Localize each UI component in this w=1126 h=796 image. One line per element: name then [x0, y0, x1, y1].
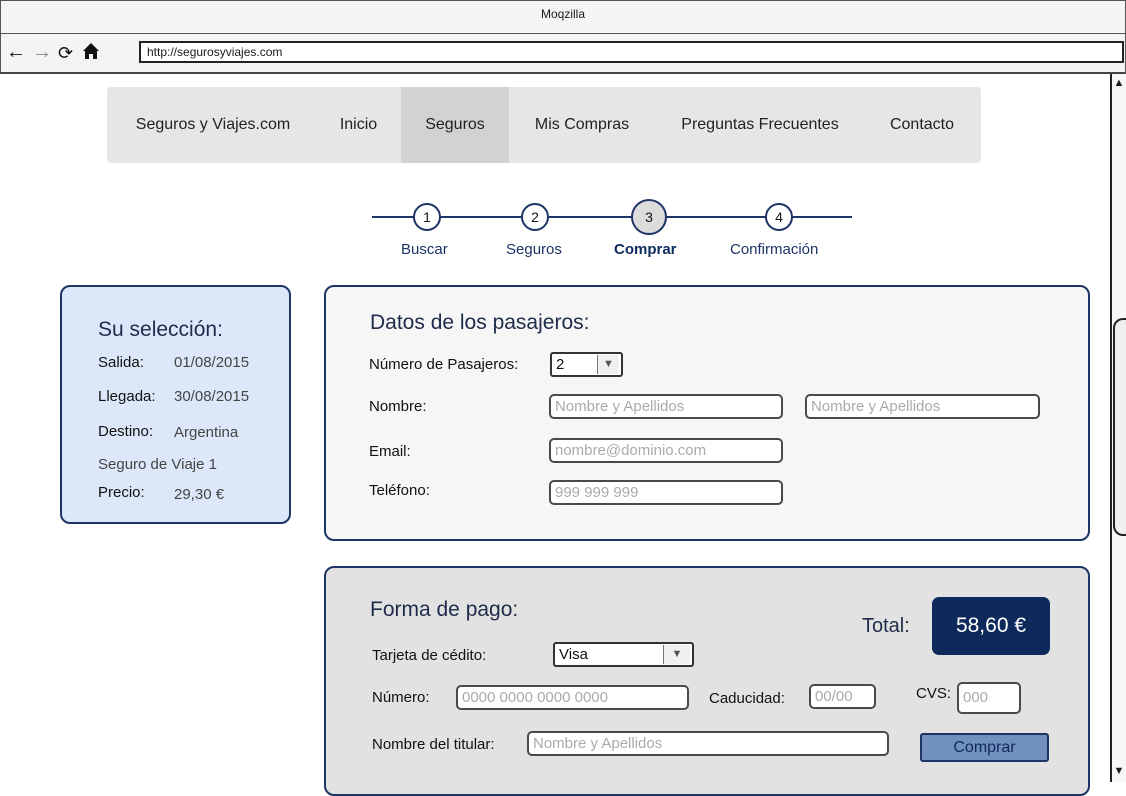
step-4-label: Confirmación	[730, 241, 819, 258]
llegada-value: 30/08/2015	[174, 388, 250, 405]
cvs-label: CVS:	[916, 685, 952, 702]
name-label: Nombre:	[369, 398, 427, 415]
phone-input[interactable]: 999 999 999	[549, 480, 783, 505]
scrollbar-thumb[interactable]	[1113, 318, 1126, 536]
holder-input[interactable]: Nombre y Apellidos	[527, 731, 889, 756]
passengers-title: Datos de los pasajeros:	[370, 311, 590, 334]
num-passengers-label: Número de Pasajeros:	[369, 356, 519, 373]
nav-brand[interactable]: Seguros y Viajes.com	[115, 87, 311, 163]
nav-item-inicio[interactable]: Inicio	[327, 87, 390, 163]
email-label: Email:	[369, 443, 411, 460]
step-1-circle: 1	[413, 203, 441, 231]
salida-label: Salida:	[98, 354, 144, 371]
total-label: Total:	[862, 615, 910, 637]
step-2-label: Seguros	[506, 241, 562, 258]
scroll-up-icon[interactable]: ▲	[1112, 76, 1126, 90]
card-value: Visa	[559, 646, 588, 663]
phone-label: Teléfono:	[369, 482, 430, 499]
expiry-input[interactable]: 00/00	[809, 684, 876, 709]
url-text: http://segurosyviajes.com	[147, 45, 283, 59]
name-input-2[interactable]: Nombre y Apellidos	[805, 394, 1040, 419]
nav-item-contacto[interactable]: Contacto	[874, 87, 970, 163]
scroll-down-icon[interactable]: ▼	[1112, 764, 1126, 778]
chevron-down-icon[interactable]: ▼	[663, 645, 690, 664]
seguro-value: Seguro de Viaje 1	[98, 456, 217, 473]
card-number-label: Número:	[372, 689, 430, 706]
expiry-label: Caducidad:	[709, 690, 785, 707]
url-bar[interactable]: http://segurosyviajes.com	[139, 41, 1124, 63]
llegada-label: Llegada:	[98, 388, 156, 405]
step-3-circle: 3	[631, 199, 667, 235]
window-titlebar: Moqzilla	[0, 0, 1126, 34]
name-input-1[interactable]: Nombre y Apellidos	[549, 394, 783, 419]
nav-item-seguros[interactable]: Seguros	[401, 87, 509, 163]
selection-title: Su selección:	[98, 318, 223, 341]
precio-label: Precio:	[98, 484, 145, 501]
chevron-down-icon[interactable]: ▼	[597, 355, 619, 374]
payment-title: Forma de pago:	[370, 598, 519, 621]
salida-value: 01/08/2015	[174, 354, 250, 371]
step-2-circle: 2	[521, 203, 549, 231]
nav-item-mis-compras[interactable]: Mis Compras	[514, 87, 650, 163]
card-label: Tarjeta de cédito:	[372, 647, 487, 664]
back-arrow-icon[interactable]: ←	[6, 40, 26, 64]
num-passengers-value: 2	[556, 356, 565, 373]
step-4-circle: 4	[765, 203, 793, 231]
holder-label: Nombre del titular:	[372, 736, 495, 753]
destino-label: Destino:	[98, 423, 154, 440]
forward-arrow-icon[interactable]: →	[32, 40, 52, 64]
precio-value: 29,30 €	[174, 486, 225, 503]
buy-button[interactable]: Comprar	[920, 733, 1049, 762]
card-number-input[interactable]: 0000 0000 0000 0000	[456, 685, 689, 710]
cvs-input[interactable]: 000	[957, 682, 1021, 714]
home-icon[interactable]	[82, 42, 100, 65]
step-1-label: Buscar	[401, 241, 448, 258]
step-3-label: Comprar	[614, 241, 677, 258]
reload-icon[interactable]: ⟳	[58, 41, 73, 65]
window-title: Moqzilla	[540, 7, 585, 21]
nav-item-preguntas-frecuentes[interactable]: Preguntas Frecuentes	[662, 87, 858, 163]
email-input[interactable]: nombre@dominio.com	[549, 438, 783, 463]
total-amount: 58,60 €	[932, 597, 1050, 655]
destino-value: Argentina	[174, 424, 239, 441]
